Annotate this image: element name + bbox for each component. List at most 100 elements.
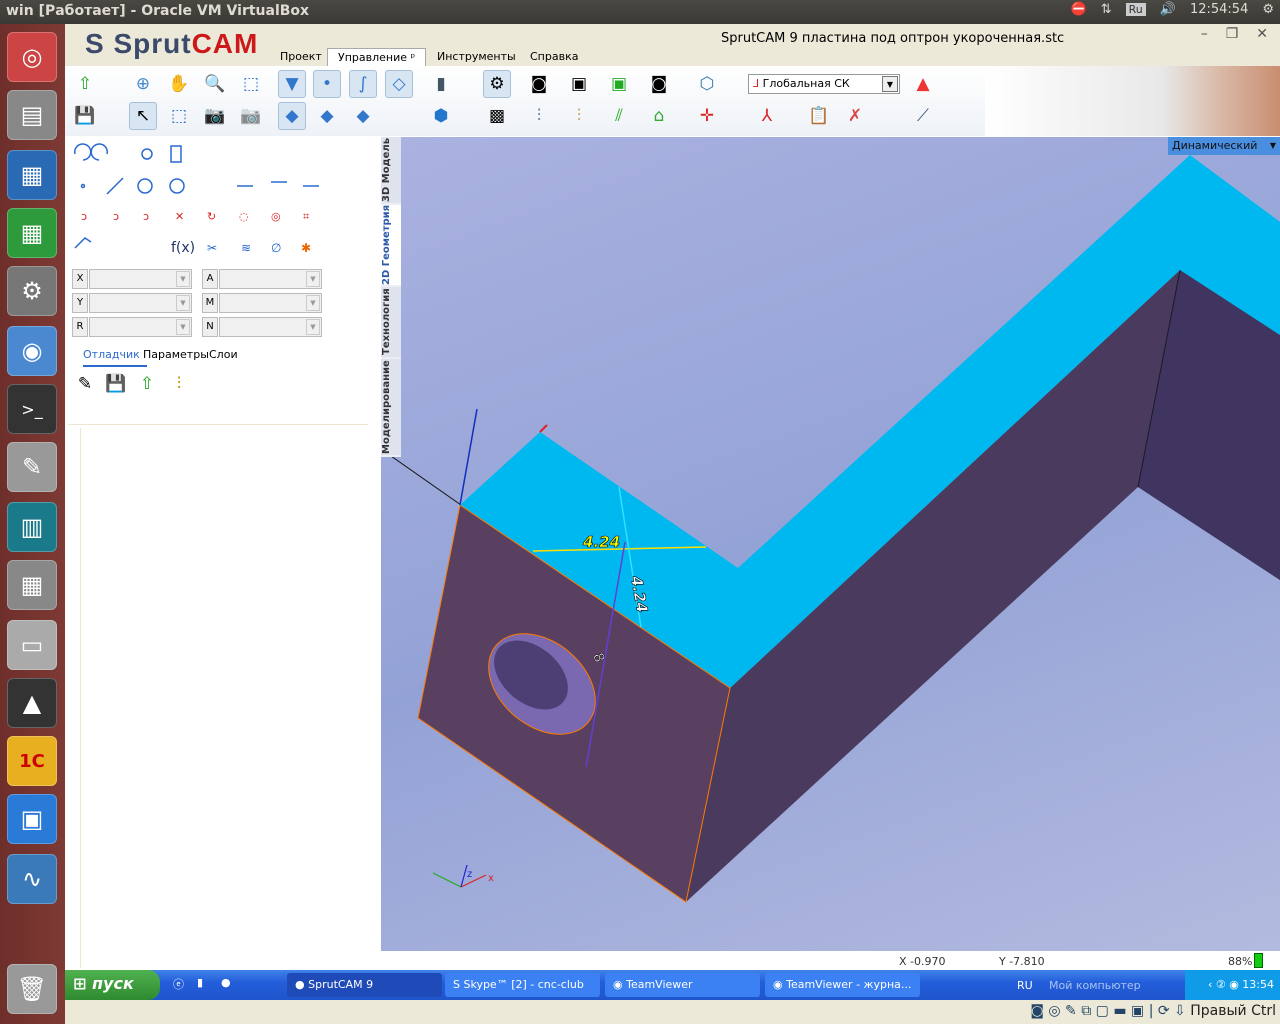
tray-icons[interactable]: ‹ ② ◉ (1208, 978, 1242, 991)
toolpath-icon[interactable]: ⫽ (605, 102, 633, 130)
cs-edit-icon[interactable]: 📋 (805, 102, 833, 130)
tab-layers[interactable]: Слои (209, 348, 238, 361)
coordinate-system-select[interactable]: ⅃ Глобальная СК ▼ (748, 74, 900, 94)
no-entry-icon[interactable]: ⛔ (1071, 2, 1087, 17)
caliper-icon[interactable]: ⟋ (909, 102, 937, 130)
tab-simulation[interactable]: Моделирование (381, 359, 401, 455)
scanner-icon[interactable]: ▭ (7, 620, 57, 670)
r-input[interactable]: ▼ (89, 317, 192, 337)
chevron-down-icon[interactable]: ▼ (176, 319, 190, 335)
import-icon[interactable]: ⇧ (71, 70, 99, 98)
view-mode-select[interactable]: Динамический ▼ (1168, 137, 1280, 155)
pan-hand-icon[interactable]: ✋ (165, 70, 193, 98)
editor-icon[interactable]: ✎ (7, 442, 57, 492)
filter-folder-icon[interactable]: ▼ (278, 70, 306, 98)
close-button[interactable]: ✕ (1256, 26, 1268, 42)
a-input[interactable]: ▼ (219, 269, 322, 289)
tray-clock[interactable]: 13:54 (1242, 978, 1274, 991)
save-icon[interactable]: 💾 (71, 102, 99, 130)
tab-debugger[interactable]: Отладчик (83, 348, 147, 367)
chevron-down-icon[interactable]: ▼ (176, 271, 190, 287)
view-cube-icon[interactable]: ⬡ (693, 70, 721, 98)
save-small-icon[interactable]: 💾 (102, 370, 130, 398)
fit-icon[interactable]: ⬚ (237, 70, 265, 98)
task-teamviewer-log[interactable]: ◉ TeamViewer - журна... (765, 973, 920, 997)
quicklaunch-ie-icon[interactable]: ⓔ (173, 976, 184, 992)
virtualbox-icon[interactable]: ▣ (7, 794, 57, 844)
start-button[interactable]: ⊞ пуск (65, 970, 160, 1000)
cs-delete-icon[interactable]: ✗ (841, 102, 869, 130)
lang-indicator[interactable]: RU (1017, 979, 1033, 992)
menu-control[interactable]: Управление ᵖ (327, 48, 427, 66)
book-icon[interactable]: ▥ (7, 502, 57, 552)
drill-icon[interactable]: ⫶ (165, 370, 193, 398)
calculator-icon[interactable]: ▦ (7, 560, 57, 610)
1c-icon[interactable]: 1C (7, 736, 57, 786)
my-computer-label[interactable]: Мой компьютер (1049, 979, 1141, 992)
chevron-down-icon[interactable]: ▼ (882, 76, 898, 92)
power-gear-icon[interactable]: ⚙ (1262, 2, 1274, 17)
axes-icon[interactable]: ⅄ (753, 102, 781, 130)
n-input[interactable]: ▼ (219, 317, 322, 337)
tab-parameters[interactable]: Параметры (143, 348, 209, 361)
machine-green-icon[interactable]: ⌂ (645, 102, 673, 130)
cylinder-icon[interactable]: ▮ (427, 70, 455, 98)
turning-icon[interactable]: ⬢ (427, 102, 455, 130)
quicklaunch-app-icon[interactable]: ▮ (197, 976, 203, 989)
select-arrow-icon[interactable]: ↖ (129, 102, 157, 130)
chevron-down-icon[interactable]: ▼ (306, 295, 320, 311)
vbox-device-icons[interactable]: ◙ ◎ ✎ ⧉ ▢ ▬ ▣ | ⟳ ⇩ (1030, 1003, 1185, 1019)
files-icon[interactable]: ▤ (7, 90, 57, 140)
machine-icon[interactable]: ▩ (483, 102, 511, 130)
m-input[interactable]: ▼ (219, 293, 322, 313)
tab-2d-geometry[interactable]: 2D Геометрия (381, 205, 401, 285)
edit-icon[interactable]: ✎ (71, 370, 99, 398)
clock[interactable]: 12:54:54 (1190, 2, 1248, 17)
filter-surface-icon[interactable]: ◆ (278, 102, 306, 130)
volume-icon[interactable]: 🔊 (1160, 2, 1176, 17)
tool2-icon[interactable]: ⫶ (565, 102, 593, 130)
terminal-icon[interactable]: >_ (7, 384, 57, 434)
color-map-icon[interactable]: ▲ (909, 70, 937, 98)
part-icon[interactable]: ◙ (525, 70, 553, 98)
menu-help[interactable]: Справка (520, 48, 588, 66)
keyboard-layout[interactable]: Ru (1125, 3, 1146, 16)
snap-icon[interactable]: ✛ (693, 102, 721, 130)
settings-icon[interactable]: ⚙ (7, 266, 57, 316)
pin-icon[interactable]: ᵖ (411, 51, 416, 64)
trash-icon[interactable]: 🗑 (7, 964, 57, 1014)
writer-icon[interactable]: ▦ (7, 150, 57, 200)
network-icon[interactable]: ⇅ (1101, 2, 1112, 17)
chevron-down-icon[interactable]: ▼ (1270, 141, 1276, 150)
task-teamviewer[interactable]: ◉ TeamViewer (605, 973, 760, 997)
calc-icon[interactable]: ▦ (7, 208, 57, 258)
filter-vertex-icon[interactable]: ◆ (349, 102, 377, 130)
fixture-icon[interactable]: ▣ (605, 70, 633, 98)
task-skype[interactable]: S Skype™ [2] - cnc-club (445, 973, 600, 997)
workpiece-icon[interactable]: ⚙ (483, 70, 511, 98)
chevron-down-icon[interactable]: ▼ (306, 271, 320, 287)
tab-technology[interactable]: Технология (381, 287, 401, 357)
menu-project[interactable]: Проект (270, 48, 332, 66)
3d-viewport[interactable]: 4.24 4.24 8 zx Динамический ▼ (381, 137, 1280, 951)
task-sprutcam[interactable]: ● SprutCAM 9 (287, 973, 442, 997)
tool-icon[interactable]: ⫶ (525, 102, 553, 130)
menu-tools[interactable]: Инструменты (427, 48, 526, 66)
quicklaunch-sprut-icon[interactable]: ● (221, 976, 231, 989)
x-input[interactable]: ▼ (89, 269, 192, 289)
chevron-down-icon[interactable]: ▼ (176, 295, 190, 311)
chevron-down-icon[interactable]: ▼ (306, 319, 320, 335)
filter-edge-icon[interactable]: ◆ (313, 102, 341, 130)
filter-mesh-icon[interactable]: ◇ (385, 70, 413, 98)
part-ok-icon[interactable]: ◙ (645, 70, 673, 98)
y-input[interactable]: ▼ (89, 293, 192, 313)
zoom-box-icon[interactable]: ⬚ (165, 102, 193, 130)
monitor-icon[interactable]: ∿ (7, 854, 57, 904)
minimize-button[interactable]: – (1201, 26, 1208, 42)
filter-point-icon[interactable]: • (313, 70, 341, 98)
inkscape-icon[interactable]: ▲ (7, 678, 57, 728)
camera-restore-icon[interactable]: 📷 (237, 102, 265, 130)
camera-icon[interactable]: 📷 (201, 102, 229, 130)
chromium-icon[interactable]: ◉ (7, 326, 57, 376)
load-icon[interactable]: ⇧ (133, 370, 161, 398)
